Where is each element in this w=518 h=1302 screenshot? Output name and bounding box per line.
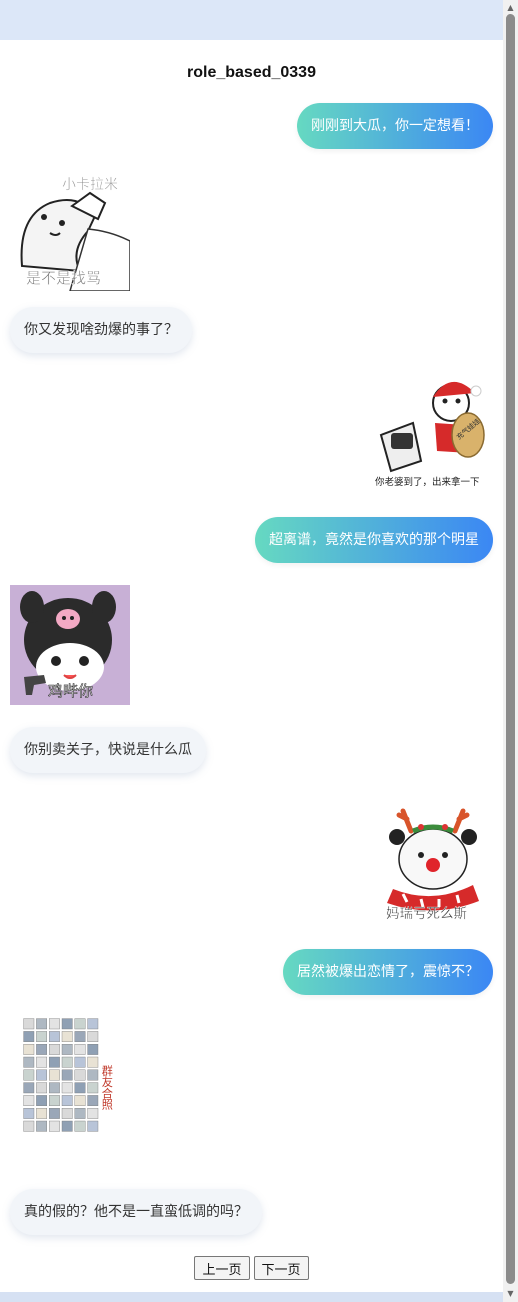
group-photo-tile <box>36 1018 47 1030</box>
scroll-down-arrow-icon[interactable]: ▼ <box>506 1290 515 1298</box>
group-photo-tile <box>87 1018 99 1030</box>
group-photo-tile <box>74 1082 86 1094</box>
group-photo-tile <box>23 1018 35 1030</box>
group-photo-tile <box>87 1069 99 1081</box>
group-photo-tile <box>49 1018 60 1030</box>
group-photo-tile <box>74 1120 86 1132</box>
next-page-button[interactable]: 下一页 <box>253 1256 309 1280</box>
group-photo-tile <box>74 1056 86 1068</box>
group-photo-tile <box>23 1044 35 1055</box>
group-photo-tile <box>36 1069 47 1081</box>
group-photo-tile <box>49 1044 60 1055</box>
svg-text:妈瑞亏死么斯: 妈瑞亏死么斯 <box>386 906 467 921</box>
group-photo-tile <box>61 1031 73 1042</box>
scroll-up-arrow-icon[interactable]: ▲ <box>506 4 515 12</box>
reindeer-panda-sticker: 妈瑞亏死么斯 <box>373 801 493 921</box>
pagination: 上一页 下一页 <box>0 1256 503 1280</box>
group-photo-tile <box>36 1108 47 1119</box>
group-photo-tile <box>36 1120 47 1132</box>
group-photo-tile <box>74 1018 86 1030</box>
group-photo-tile <box>49 1095 60 1106</box>
group-photo-tile <box>61 1082 73 1094</box>
group-photo-tile <box>49 1108 60 1119</box>
group-photo-tile <box>61 1108 73 1119</box>
group-photo-sticker: 群友合照 <box>10 1017 130 1137</box>
svg-text:是不是找骂: 是不是找骂 <box>26 269 101 287</box>
group-photo-tile <box>87 1056 99 1068</box>
santa-bag-sticker: 充气娃娃 你老婆到了，出来拿一下 <box>373 373 493 493</box>
group-photo-tile <box>23 1120 35 1132</box>
group-photo-tile <box>74 1031 86 1042</box>
group-photo-tile <box>23 1031 35 1042</box>
group-photo-tile <box>61 1044 73 1055</box>
group-photo-tile <box>23 1069 35 1081</box>
group-photo-tile <box>61 1069 73 1081</box>
group-photo-tile <box>23 1108 35 1119</box>
group-photo-tile <box>36 1082 47 1094</box>
page-title: role_based_0339 <box>187 64 316 81</box>
group-photo-tile <box>87 1044 99 1055</box>
group-photo-tile <box>23 1095 35 1106</box>
message-bubble-received: 你别卖关子，快说是什么瓜 <box>10 727 206 773</box>
bottom-bar <box>0 1292 518 1302</box>
group-photo-tile <box>87 1108 99 1119</box>
group-photo-tile <box>74 1095 86 1106</box>
group-photo-tile <box>49 1082 60 1094</box>
group-photo-tile <box>36 1095 47 1106</box>
group-photo-tile <box>49 1120 60 1132</box>
group-photo-tile <box>36 1044 47 1055</box>
message-bubble-sent: 超离谱，竟然是你喜欢的那个明星 <box>255 517 493 563</box>
group-photo-tile <box>49 1069 60 1081</box>
group-photo-tile <box>36 1031 47 1042</box>
kuromi-gun-sticker: 鸡哔你 <box>10 585 130 705</box>
prev-page-button[interactable]: 上一页 <box>194 1256 250 1280</box>
group-photo-tile <box>61 1056 73 1068</box>
group-photo-tile <box>74 1108 86 1119</box>
scrollbar-thumb[interactable] <box>506 14 515 1284</box>
group-photo-tile <box>23 1056 35 1068</box>
group-photo-tile <box>74 1069 86 1081</box>
top-header-bar <box>0 0 518 40</box>
group-photo-tile <box>87 1120 99 1132</box>
group-photo-tile <box>61 1018 73 1030</box>
svg-text:小卡拉米: 小卡拉米 <box>62 177 118 193</box>
message-bubble-sent: 刚刚到大瓜，你一定想看！ <box>297 103 493 149</box>
group-photo-tile <box>49 1031 60 1042</box>
message-bubble-received: 你又发现啥劲爆的事了？ <box>10 307 192 353</box>
message-bubble-sent: 居然被爆出恋情了，震惊不？ <box>283 949 493 995</box>
group-photo-tile <box>61 1095 73 1106</box>
group-photo-tile <box>49 1056 60 1068</box>
group-photo-tile <box>61 1120 73 1132</box>
group-photo-tile <box>87 1082 99 1094</box>
group-photo-tile <box>74 1044 86 1055</box>
svg-text:群友合照: 群友合照 <box>100 1064 113 1111</box>
message-bubble-received: 真的假的？他不是一直蛮低调的吗？ <box>10 1189 262 1235</box>
group-photo-tile <box>87 1031 99 1042</box>
group-photo-tile <box>23 1082 35 1094</box>
chat-panel: role_based_0339 刚刚到大瓜，你一定想看！ 小卡拉米 是不是找骂 … <box>0 40 503 1292</box>
svg-text:你老婆到了，出来拿一下: 你老婆到了，出来拿一下 <box>375 476 480 488</box>
group-photo-tile <box>36 1056 47 1068</box>
svg-text:鸡哔你: 鸡哔你 <box>48 682 93 700</box>
snowman-sticker: 小卡拉米 是不是找骂 <box>10 171 130 291</box>
group-photo-tile <box>87 1095 99 1106</box>
